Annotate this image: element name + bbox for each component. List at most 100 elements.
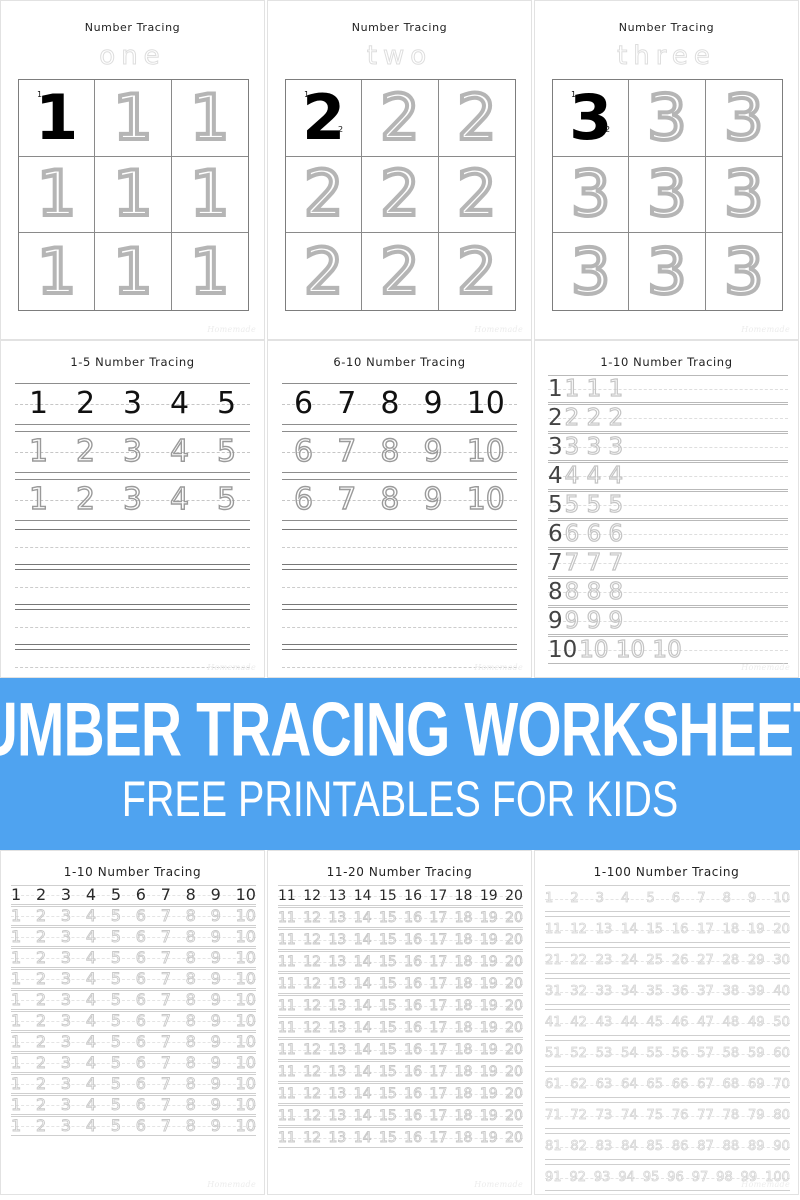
table-row[interactable]: 1 2 3 4 5 6 7 8 9 10	[11, 906, 256, 926]
tracing-cell[interactable]: 1 1	[19, 80, 96, 157]
digit-lead: 6	[548, 520, 563, 547]
tracing-cell[interactable]: 1	[172, 233, 248, 310]
tracing-cell[interactable]: 3	[553, 156, 630, 234]
tracing-cell[interactable]: 1 2 2	[286, 80, 363, 157]
ruled-band[interactable]: 1 2 3 4 5	[15, 479, 250, 521]
table-row[interactable]: 1 2 3 4 5 6 7 8 9 10	[11, 969, 256, 989]
table-row[interactable]: 11 12 13 14 15 16 17 18 19 20	[278, 995, 523, 1016]
tracing-cell[interactable]: 3	[629, 156, 706, 234]
list-item[interactable]: 6 6 6 6	[548, 520, 788, 548]
worksheet-card-one[interactable]: Number Tracing one 1 1 1 1 1 1 1 1 1 1 H…	[0, 0, 265, 340]
promo-banner: NUMBER TRACING WORKSHEETS FREE PRINTABLE…	[0, 678, 800, 850]
table-row[interactable]: 71 72 73 74 75 76 77 78 79 80	[545, 1102, 790, 1129]
list-item[interactable]: 5 5 5 5	[548, 491, 788, 519]
worksheet-card-11-20-table[interactable]: 11-20 Number Tracing 11 12 13 14 15 16 17 18 19 2…	[267, 850, 532, 1195]
table-row[interactable]: 11 12 13 14 15 16 17 18 19 20	[278, 951, 523, 972]
tracing-cell[interactable]: 3	[629, 80, 706, 157]
table-row[interactable]: 51 52 53 54 55 56 57 58 59 60	[545, 1040, 790, 1067]
tracing-cell[interactable]: 3	[553, 233, 630, 310]
number-cell: 17	[429, 1129, 448, 1146]
table-row[interactable]: 1 2 3 4 5 6 7 8 9 10	[11, 1095, 256, 1115]
tracing-cell[interactable]: 2	[362, 80, 439, 157]
tracing-cell[interactable]: 2	[286, 156, 363, 234]
tracing-cell[interactable]: 1	[95, 233, 172, 310]
tracing-cell[interactable]: 1	[95, 80, 172, 157]
table-row[interactable]: 11 12 13 14 15 16 17 18 19 20	[278, 973, 523, 994]
digit-dotted: 3	[645, 157, 688, 231]
number-cell: 18	[454, 931, 473, 948]
list-item[interactable]: 3 3 3 3	[548, 433, 788, 461]
blank-band[interactable]	[15, 569, 250, 605]
worksheet-card-6-10[interactable]: 6-10 Number Tracing 6 7 8 9 10 6 7 8 9 1…	[267, 340, 532, 678]
table-row[interactable]: 21 22 23 24 25 26 27 28 29 30	[545, 947, 790, 974]
blank-band[interactable]	[282, 569, 517, 605]
table-row[interactable]: 1 2 3 4 5 6 7 8 9 10	[11, 1032, 256, 1052]
table-row[interactable]: 1 2 3 4 5 6 7 8 9 10	[11, 1011, 256, 1031]
table-row[interactable]: 1 2 3 4 5 6 7 8 9 10	[545, 885, 790, 912]
table-row[interactable]: 1 2 3 4 5 6 7 8 9 10	[11, 1116, 256, 1136]
table-row[interactable]: 81 82 83 84 85 86 87 88 89 90	[545, 1133, 790, 1160]
ruled-band[interactable]: 6 7 8 9 10	[282, 431, 517, 473]
table-row[interactable]: 11 12 13 14 15 16 17 18 19 20	[278, 1017, 523, 1038]
worksheet-card-two[interactable]: Number Tracing two 1 2 2 2 2 2 2 2 2 2 2…	[267, 0, 532, 340]
list-item[interactable]: 9 9 9 9	[548, 607, 788, 635]
number-cell: 6	[671, 891, 681, 906]
tracing-cell[interactable]: 1	[19, 233, 96, 310]
table-row[interactable]: 11 12 13 14 15 16 17 18 19 20	[278, 1061, 523, 1082]
tracing-cell[interactable]: 1	[171, 157, 248, 234]
tracing-cell[interactable]: 3	[629, 233, 706, 310]
tracing-cell[interactable]: 1	[171, 80, 248, 157]
table-row[interactable]: 31 32 33 34 35 36 37 38 39 40	[545, 978, 790, 1005]
table-row[interactable]: 1 2 3 4 5 6 7 8 9 10	[11, 885, 256, 905]
worksheet-card-1-5[interactable]: 1-5 Number Tracing 1 2 3 4 5 1 2 3 4 5 1…	[0, 340, 265, 678]
table-row[interactable]: 11 12 13 14 15 16 17 18 19 20	[278, 885, 523, 906]
worksheet-card-1-100-table[interactable]: 1-100 Number Tracing 1 2 3 4 5 6 7 8 9 10 11 12 13 14…	[534, 850, 799, 1195]
table-row[interactable]: 11 12 13 14 15 16 17 18 19 20	[278, 1083, 523, 1104]
worksheet-card-1-10-table[interactable]: 1-10 Number Tracing 1 2 3 4 5 6 7 8 9 10 1 2 3 4 5 6 7 8 9…	[0, 850, 265, 1195]
table-row[interactable]: 1 2 3 4 5 6 7 8 9 10	[11, 948, 256, 968]
number-cell: 6	[135, 1053, 146, 1072]
blank-band[interactable]	[282, 609, 517, 645]
tracing-cell[interactable]: 2	[362, 233, 439, 310]
ruled-band[interactable]: 1 2 3 4 5	[15, 431, 250, 473]
table-row[interactable]: 1 2 3 4 5 6 7 8 9 10	[11, 927, 256, 947]
tracing-cell[interactable]: 3	[705, 157, 782, 234]
worksheet-card-three[interactable]: Number Tracing three 1 2 3 3 3 3 3 3 3 3…	[534, 0, 799, 340]
table-row[interactable]: 11 12 13 14 15 16 17 18 19 20	[278, 907, 523, 928]
table-row[interactable]: 11 12 13 14 15 16 17 18 19 20	[278, 929, 523, 950]
tracing-cell[interactable]: 3	[705, 80, 782, 157]
tracing-cell[interactable]: 1	[19, 156, 96, 234]
list-item[interactable]: 8 8 8 8	[548, 578, 788, 606]
list-item[interactable]: 10 10 10 10	[548, 636, 788, 664]
table-row[interactable]: 11 12 13 14 15 16 17 18 19 20	[545, 916, 790, 943]
number-cell: 20	[505, 953, 524, 970]
tracing-cell[interactable]: 3	[706, 233, 782, 310]
table-row[interactable]: 1 2 3 4 5 6 7 8 9 10	[11, 1074, 256, 1094]
list-item[interactable]: 1 1 1 1	[548, 375, 788, 403]
ruled-band[interactable]: 6 7 8 9 10	[282, 479, 517, 521]
blank-band[interactable]	[15, 529, 250, 565]
table-row[interactable]: 41 42 43 44 45 46 47 48 49 50	[545, 1009, 790, 1036]
table-row[interactable]: 11 12 13 14 15 16 17 18 19 20	[278, 1105, 523, 1126]
tracing-cell[interactable]: 2	[362, 156, 439, 234]
list-item[interactable]: 4 4 4 4	[548, 462, 788, 490]
table-row[interactable]: 61 62 63 64 65 66 67 68 69 70	[545, 1071, 790, 1098]
list-item[interactable]: 7 7 7 7	[548, 549, 788, 577]
ruled-band[interactable]: 6 7 8 9 10	[282, 383, 517, 425]
list-item[interactable]: 2 2 2 2	[548, 404, 788, 432]
table-row[interactable]: 11 12 13 14 15 16 17 18 19 20	[278, 1127, 523, 1148]
tracing-cell[interactable]: 2	[438, 157, 515, 234]
tracing-cell[interactable]: 1	[95, 156, 172, 234]
worksheet-card-1-10-list[interactable]: 1-10 Number Tracing 1 1 1 1 2 2 2 2 3 3 …	[534, 340, 799, 678]
blank-band[interactable]	[15, 609, 250, 645]
table-row[interactable]: 1 2 3 4 5 6 7 8 9 10	[11, 990, 256, 1010]
number-cell: 7	[336, 482, 357, 517]
table-row[interactable]: 11 12 13 14 15 16 17 18 19 20	[278, 1039, 523, 1060]
table-row[interactable]: 1 2 3 4 5 6 7 8 9 10	[11, 1053, 256, 1073]
tracing-cell[interactable]: 2	[286, 233, 363, 310]
tracing-cell[interactable]: 1 2 3	[553, 80, 630, 157]
ruled-band[interactable]: 1 2 3 4 5	[15, 383, 250, 425]
blank-band[interactable]	[282, 529, 517, 565]
tracing-cell[interactable]: 2	[439, 233, 515, 310]
tracing-cell[interactable]: 2	[438, 80, 515, 157]
